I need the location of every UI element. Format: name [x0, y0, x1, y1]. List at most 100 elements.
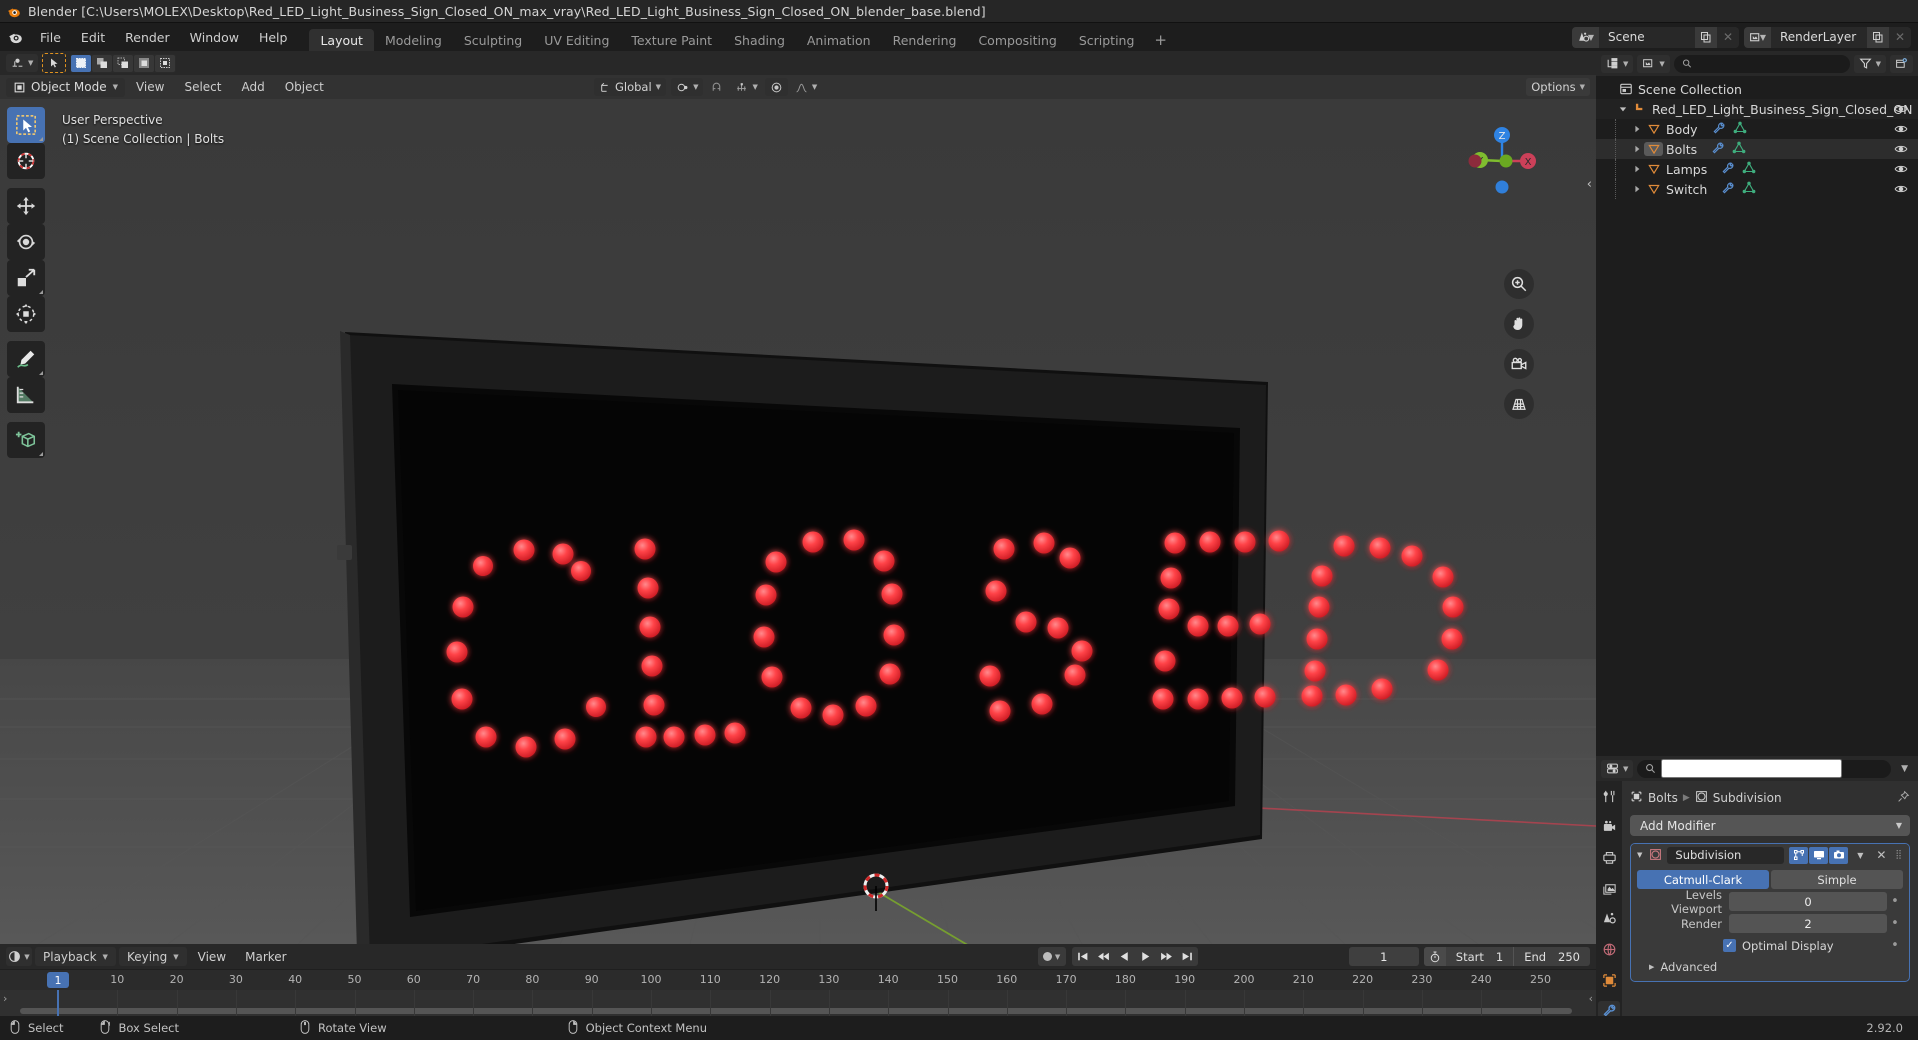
select-intersect-mode[interactable] [155, 54, 176, 72]
proportional-editing-toggle[interactable] [764, 78, 788, 96]
tool-measure[interactable] [7, 377, 45, 413]
add-modifier-button[interactable]: Add Modifier ▼ [1630, 815, 1910, 836]
disclosure-right-icon[interactable] [1630, 165, 1644, 173]
viewport-menu-select[interactable]: Select [175, 78, 230, 97]
active-tool-selector[interactable]: ▼ [6, 54, 39, 72]
tool-move[interactable] [7, 188, 45, 224]
pan-hand-icon[interactable] [1504, 309, 1534, 339]
outliner-row-lamps[interactable]: Lamps [1596, 159, 1918, 179]
jump-to-end-button[interactable] [1177, 947, 1198, 966]
toggle-perspective-icon[interactable] [1504, 389, 1534, 419]
outliner-search-field[interactable] [1696, 57, 1842, 70]
properties-tab-render[interactable] [1598, 818, 1620, 837]
visibility-eye-icon[interactable] [1894, 102, 1908, 119]
tool-rotate[interactable] [7, 224, 45, 260]
modifier-name-field[interactable]: Subdivision [1667, 846, 1785, 864]
workspace-tab-texture-paint[interactable]: Texture Paint [620, 29, 723, 51]
timeline-playhead[interactable] [57, 990, 59, 1016]
add-workspace-button[interactable]: + [1145, 29, 1176, 51]
monitor-icon[interactable] [1809, 846, 1829, 864]
workspace-tab-sculpting[interactable]: Sculpting [453, 29, 533, 51]
modifier-extras-dropdown-icon[interactable]: ▼ [1853, 851, 1867, 860]
outliner-row-switch[interactable]: Switch [1596, 179, 1918, 199]
new-viewlayer-button[interactable] [1867, 26, 1889, 48]
prev-keyframe-button[interactable] [1093, 947, 1114, 966]
modifier-delete-icon[interactable]: ✕ [1872, 848, 1890, 862]
interaction-mode-selector[interactable]: Object Mode ▼ [6, 77, 125, 97]
outliner-new-collection-button[interactable] [1890, 54, 1913, 73]
levels-viewport-field[interactable]: 0 [1729, 892, 1887, 911]
outliner-display-mode-button[interactable]: ▼ [1637, 54, 1670, 73]
pivot-point-selector[interactable]: ▼ [671, 78, 704, 96]
render-levels-field[interactable]: 2 [1729, 914, 1887, 933]
play-reverse-button[interactable] [1114, 947, 1135, 966]
workspace-tab-uv-editing[interactable]: UV Editing [533, 29, 620, 51]
snap-target-selector[interactable]: ▼ [730, 78, 762, 96]
menu-edit[interactable]: Edit [71, 26, 115, 48]
jump-to-start-button[interactable] [1072, 947, 1093, 966]
frame-end-field[interactable]: End 250 [1513, 947, 1590, 966]
visibility-eye-icon[interactable] [1894, 162, 1908, 179]
outliner-row-bolts[interactable]: Bolts [1596, 139, 1918, 159]
timeline-menu-keying[interactable]: Keying ▼ [118, 947, 187, 966]
modifier-wrench-icon[interactable] [1711, 141, 1725, 158]
outliner-row-scene-collection[interactable]: Scene Collection [1596, 79, 1918, 99]
proportional-falloff-selector[interactable]: ▼ [790, 78, 822, 96]
workspace-tab-rendering[interactable]: Rendering [882, 29, 968, 51]
optimal-display-checkbox[interactable]: ✓ [1723, 939, 1736, 952]
properties-tab-viewlayer[interactable] [1598, 879, 1620, 898]
edit-mode-icon[interactable] [1789, 846, 1809, 864]
animate-property-dot-icon[interactable]: • [1887, 916, 1903, 931]
properties-tab-world[interactable] [1598, 940, 1620, 959]
tweak-tool-indicator[interactable] [42, 53, 67, 73]
viewport-menu-view[interactable]: View [127, 78, 173, 97]
visibility-eye-icon[interactable] [1894, 182, 1908, 199]
mesh-data-icon[interactable] [1742, 181, 1756, 198]
breadcrumb-modifier-name[interactable]: Subdivision [1713, 791, 1782, 805]
mesh-data-icon[interactable] [1733, 121, 1747, 138]
timeline-menu-view[interactable]: View [190, 947, 234, 966]
workspace-tab-animation[interactable]: Animation [796, 29, 882, 51]
transform-orientation-selector[interactable]: Global ▼ [593, 78, 667, 96]
menu-window[interactable]: Window [180, 26, 249, 48]
scene-name[interactable]: Scene [1599, 27, 1695, 48]
timeline-menu-playback[interactable]: Playback ▼ [35, 947, 116, 966]
disclosure-right-icon[interactable] [1630, 125, 1644, 133]
modifier-collapse-icon[interactable]: ▼ [1635, 851, 1644, 859]
timeline-expand-left-icon[interactable]: › [3, 992, 7, 1005]
menu-render[interactable]: Render [115, 26, 180, 48]
visibility-eye-icon[interactable] [1894, 142, 1908, 159]
frame-start-field[interactable]: Start 1 [1446, 947, 1513, 966]
select-extend-mode[interactable] [92, 54, 113, 72]
play-button[interactable] [1135, 947, 1156, 966]
outliner-filter-button[interactable]: ▼ [1853, 54, 1886, 73]
timeline-ruler[interactable]: 1 10 20 30 40 50 60 70 80 90 100 110 120 130 140 150 16… [0, 969, 1596, 990]
pin-icon[interactable] [1897, 790, 1910, 806]
auto-keyframe-toggle[interactable]: ▼ [1037, 947, 1066, 966]
select-subtract-mode[interactable] [113, 54, 134, 72]
camera-icon[interactable] [1829, 846, 1849, 864]
viewlayer-name[interactable]: RenderLayer [1771, 27, 1867, 48]
modifier-wrench-icon[interactable] [1712, 121, 1726, 138]
remove-viewlayer-button[interactable]: ✕ [1889, 26, 1911, 48]
select-invert-mode[interactable] [134, 54, 155, 72]
modifier-wrench-icon[interactable] [1721, 181, 1735, 198]
properties-tab-output[interactable] [1598, 848, 1620, 867]
disclosure-right-icon[interactable] [1630, 185, 1644, 193]
snap-magnet-toggle[interactable] [705, 78, 728, 96]
mesh-data-icon[interactable] [1742, 161, 1756, 178]
workspace-tab-modeling[interactable]: Modeling [374, 29, 453, 51]
viewlayer-selector[interactable]: ▼ RenderLayer ✕ [1744, 26, 1911, 48]
3d-viewport[interactable]: User Perspective (1) Scene Collection | … [0, 99, 1596, 944]
properties-tab-tool[interactable] [1598, 787, 1620, 806]
workspace-tab-scripting[interactable]: Scripting [1068, 29, 1146, 51]
workspace-tab-compositing[interactable]: Compositing [967, 29, 1067, 51]
current-frame-field[interactable]: 1 [1348, 947, 1419, 966]
animate-property-dot-icon[interactable]: • [1887, 938, 1903, 953]
timeline-expand-right-icon[interactable]: ‹ [1589, 992, 1593, 1005]
scene-selector[interactable]: ▼ Scene ✕ [1572, 26, 1739, 48]
timeline-horizontal-scrollbar[interactable] [20, 1008, 1572, 1014]
viewport-menu-add[interactable]: Add [233, 78, 274, 97]
menu-help[interactable]: Help [249, 26, 298, 48]
sidebar-expand-arrow-icon[interactable]: ‹ [1587, 177, 1592, 192]
